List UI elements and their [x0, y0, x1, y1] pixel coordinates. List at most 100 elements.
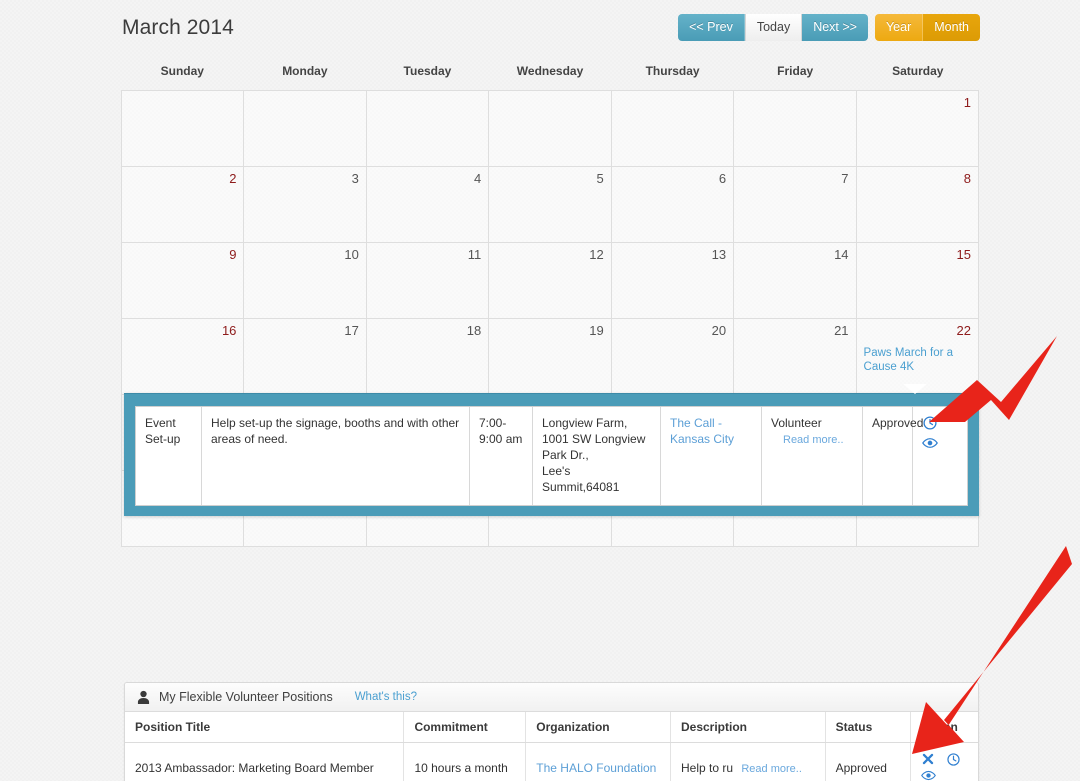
calendar-day-cell-3[interactable]: 3 — [244, 167, 366, 243]
calendar-day-cell-19[interactable]: 19 — [489, 319, 611, 395]
column-header-commitment: Commitment — [404, 712, 526, 743]
year-view-button[interactable]: Year — [875, 14, 923, 41]
location-line-2: 1001 SW Longview Park Dr., — [542, 432, 645, 462]
day-number: 21 — [741, 324, 848, 338]
weekday-header-sunday: Sunday — [121, 64, 244, 84]
calendar-day-cell-21[interactable]: 21 — [734, 319, 856, 395]
calendar-day-cell-6[interactable]: 6 — [612, 167, 734, 243]
whats-this-link[interactable]: What's this? — [355, 691, 417, 703]
calendar-header: March 2014 << Prev Today Next >> Year Mo… — [120, 8, 980, 50]
organization-link[interactable]: The HALO Foundation — [536, 761, 656, 775]
calendar-day-cell-20[interactable]: 20 — [612, 319, 734, 395]
calendar-day-cell-empty — [367, 91, 489, 167]
day-number: 9 — [129, 248, 236, 262]
day-number: 14 — [741, 248, 848, 262]
remove-icon[interactable] — [921, 752, 937, 768]
calendar-day-cell-18[interactable]: 18 — [367, 319, 489, 395]
flexible-positions-table: Position Title Commitment Organization D… — [125, 712, 978, 781]
calendar-day-cell-4[interactable]: 4 — [367, 167, 489, 243]
calendar-day-cell-empty — [122, 91, 244, 167]
day-number: 10 — [251, 248, 358, 262]
day-number: 18 — [374, 324, 481, 338]
organization-link[interactable]: The Call - Kansas City — [670, 416, 734, 446]
calendar-day-cell-12[interactable]: 12 — [489, 243, 611, 319]
role-read-more-link[interactable]: Read more.. — [783, 432, 853, 448]
day-number: 7 — [741, 172, 848, 186]
day-number: 2 — [129, 172, 236, 186]
day-number: 3 — [251, 172, 358, 186]
day-number: 16 — [129, 324, 236, 338]
day-number: 15 — [864, 248, 971, 262]
calendar-event-link[interactable]: Paws March for a Cause 4K — [864, 346, 971, 374]
calendar-day-cell-empty — [244, 91, 366, 167]
cell-position-title: 2013 Ambassador: Marketing Board Member — [125, 743, 404, 781]
flexible-positions-panel: My Flexible Volunteer Positions What's t… — [124, 682, 979, 781]
calendar-day-cell-14[interactable]: 14 — [734, 243, 856, 319]
day-number: 5 — [496, 172, 603, 186]
clock-icon[interactable] — [946, 752, 962, 768]
day-number: 13 — [619, 248, 726, 262]
calendar-week-row: 2 3 4 5 6 78 — [122, 167, 979, 243]
next-button[interactable]: Next >> — [802, 14, 868, 41]
flexible-positions-header: My Flexible Volunteer Positions What's t… — [125, 683, 978, 712]
location-line-3: Lee's Summit,64081 — [542, 464, 619, 494]
calendar-day-cell-1[interactable]: 1 — [857, 91, 979, 167]
clock-icon[interactable] — [922, 415, 940, 433]
page-title: March 2014 — [122, 16, 234, 40]
column-header-position-title: Position Title — [125, 712, 404, 743]
calendar-day-cell-10[interactable]: 10 — [244, 243, 366, 319]
expanded-event-panel: Event Set-up Help set-up the signage, bo… — [124, 393, 979, 516]
event-status-cell: Approved — [863, 407, 913, 505]
month-view-button[interactable]: Month — [923, 14, 980, 41]
eye-icon[interactable] — [922, 435, 940, 453]
calendar-page: March 2014 << Prev Today Next >> Year Mo… — [0, 0, 1080, 781]
description-text: Help to ru — [681, 761, 733, 775]
day-number: 1 — [864, 96, 971, 110]
description-read-more-link[interactable]: Read more.. — [741, 763, 802, 775]
today-button[interactable]: Today — [745, 14, 802, 41]
user-icon — [137, 690, 150, 705]
day-number: 6 — [619, 172, 726, 186]
event-title-cell: Event Set-up — [136, 407, 202, 505]
weekday-header-friday: Friday — [734, 64, 857, 84]
calendar-week-row: 9 10 11 12 13 14 15 — [122, 243, 979, 319]
day-number: 22 — [864, 324, 971, 338]
calendar-day-cell-13[interactable]: 13 — [612, 243, 734, 319]
calendar-day-cell-5[interactable]: 5 — [489, 167, 611, 243]
prev-button[interactable]: << Prev — [678, 14, 745, 41]
table-row: 2013 Ambassador: Marketing Board Member … — [125, 743, 978, 781]
weekday-header-monday: Monday — [244, 64, 367, 84]
calendar-day-cell-empty — [734, 91, 856, 167]
navigation-button-group: << Prev Today Next >> — [678, 14, 868, 41]
calendar-day-cell-7[interactable]: 7 — [734, 167, 856, 243]
eye-icon[interactable] — [921, 768, 937, 781]
event-actions-cell — [913, 407, 967, 505]
panel-pointer-icon — [903, 384, 927, 394]
cell-status: Approved — [825, 743, 910, 781]
event-detail-table: Event Set-up Help set-up the signage, bo… — [135, 406, 968, 506]
day-number: 4 — [374, 172, 481, 186]
day-number: 20 — [619, 324, 726, 338]
calendar-day-cell-16[interactable]: 16 — [122, 319, 244, 395]
day-number: 12 — [496, 248, 603, 262]
day-number: 11 — [374, 248, 481, 262]
calendar-day-cell-2[interactable]: 2 — [122, 167, 244, 243]
column-header-organization: Organization — [526, 712, 671, 743]
cell-commitment: 10 hours a month — [404, 743, 526, 781]
day-number: 19 — [496, 324, 603, 338]
cell-organization: The HALO Foundation — [526, 743, 671, 781]
calendar-week-row: 1 — [122, 91, 979, 167]
calendar-day-cell-15[interactable]: 15 — [857, 243, 979, 319]
calendar-day-cell-11[interactable]: 11 — [367, 243, 489, 319]
column-header-status: Status — [825, 712, 910, 743]
column-header-description: Description — [670, 712, 825, 743]
weekday-header-thursday: Thursday — [611, 64, 734, 84]
weekday-header-saturday: Saturday — [856, 64, 979, 84]
view-button-group: Year Month — [875, 14, 980, 41]
calendar-day-cell-8[interactable]: 8 — [857, 167, 979, 243]
cell-actions — [910, 743, 978, 781]
event-description-cell: Help set-up the signage, booths and with… — [202, 407, 470, 505]
calendar-day-cell-17[interactable]: 17 — [244, 319, 366, 395]
calendar-day-cell-9[interactable]: 9 — [122, 243, 244, 319]
location-line-1: Longview Farm, — [542, 416, 627, 430]
